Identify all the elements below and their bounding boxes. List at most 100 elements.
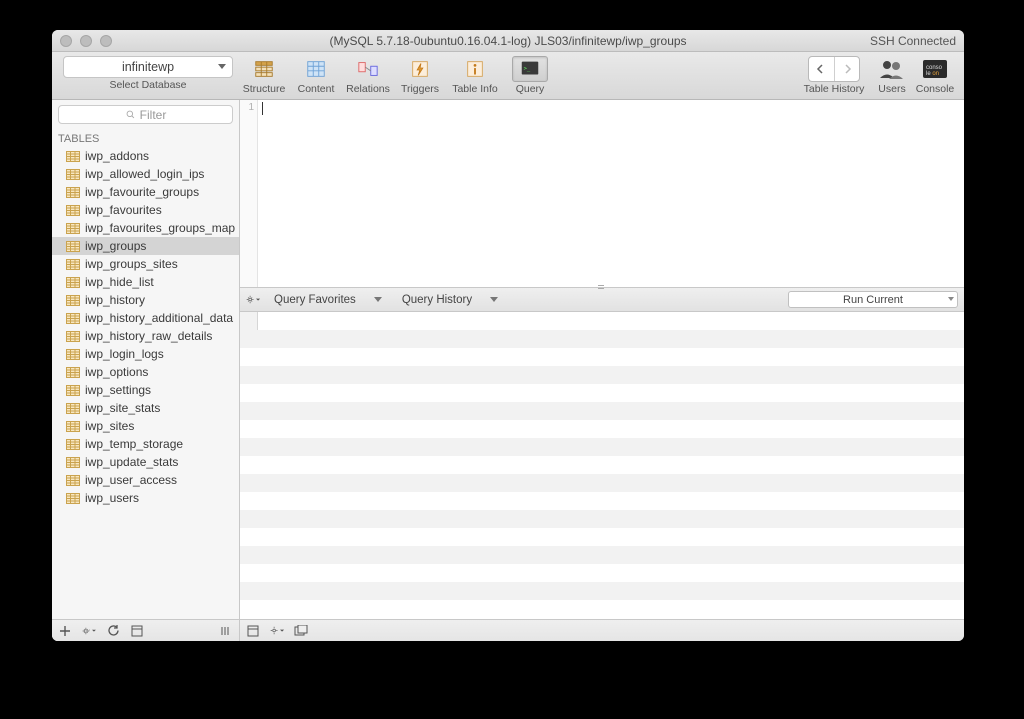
query-favorites-label: Query Favorites (274, 294, 356, 306)
triggers-button[interactable] (402, 56, 438, 82)
result-row (240, 330, 964, 348)
result-row (240, 528, 964, 546)
table-row[interactable]: iwp_user_access (52, 471, 239, 489)
table-row[interactable]: iwp_temp_storage (52, 435, 239, 453)
table-name: iwp_login_logs (85, 347, 164, 361)
structure-label: Structure (243, 83, 286, 95)
result-row (240, 510, 964, 528)
table-icon (66, 277, 80, 288)
table-icon (66, 169, 80, 180)
table-name: iwp_addons (85, 149, 149, 163)
history-back-button[interactable] (809, 57, 835, 81)
table-row[interactable]: iwp_options (52, 363, 239, 381)
relations-button[interactable] (350, 56, 386, 82)
chevron-down-icon (92, 628, 96, 634)
filter-input[interactable]: Filter (58, 105, 233, 124)
console-button[interactable]: console on (919, 56, 951, 82)
table-row[interactable]: iwp_users (52, 489, 239, 507)
info-button[interactable] (130, 624, 144, 638)
relations-label: Relations (346, 83, 390, 95)
table-row[interactable]: iwp_favourites (52, 201, 239, 219)
footer-gear-button[interactable] (270, 624, 284, 638)
editor-gutter: 1 (240, 100, 258, 287)
tableinfo-button[interactable] (457, 56, 493, 82)
refresh-button[interactable] (106, 624, 120, 638)
table-row[interactable]: iwp_settings (52, 381, 239, 399)
table-icon (66, 475, 80, 486)
history-nav (808, 56, 860, 82)
table-icon (247, 625, 259, 637)
table-row[interactable]: iwp_groups (52, 237, 239, 255)
query-favorites-dropdown[interactable]: Query Favorites (268, 294, 388, 306)
content-label: Content (298, 83, 335, 95)
editor-text-area[interactable] (258, 100, 964, 287)
table-icon (66, 313, 80, 324)
table-row[interactable]: iwp_sites (52, 417, 239, 435)
table-icon (66, 457, 80, 468)
split-handle-icon[interactable] (598, 283, 606, 291)
footer-panel-button[interactable] (294, 624, 308, 638)
collapse-button[interactable] (219, 624, 233, 638)
database-select[interactable]: infinitewp (63, 56, 233, 78)
table-name: iwp_temp_storage (85, 437, 183, 451)
table-row[interactable]: iwp_addons (52, 147, 239, 165)
table-icon (131, 625, 143, 637)
panel-icon (294, 625, 308, 637)
table-icon (66, 241, 80, 252)
chevron-down-icon (374, 297, 382, 302)
minimize-window-icon[interactable] (80, 35, 92, 47)
gear-button[interactable] (82, 624, 96, 638)
structure-button[interactable] (246, 56, 282, 82)
content-icon (305, 58, 327, 80)
query-settings-button[interactable] (246, 293, 260, 307)
users-button[interactable] (876, 56, 908, 82)
add-button[interactable] (58, 624, 72, 638)
run-query-label: Run Current (843, 294, 903, 306)
table-row[interactable]: iwp_allowed_login_ips (52, 165, 239, 183)
content-button[interactable] (298, 56, 334, 82)
table-name: iwp_history_additional_data (85, 311, 233, 325)
history-forward-button[interactable] (835, 57, 860, 81)
gear-icon (82, 624, 91, 638)
tables-list: iwp_addons iwp_allowed_login_ips iwp_favou… (52, 147, 239, 619)
footer-table-button[interactable] (246, 624, 260, 638)
table-icon (66, 331, 80, 342)
table-icon (66, 151, 80, 162)
table-icon (66, 223, 80, 234)
chevron-left-icon (816, 64, 826, 74)
triggers-label: Triggers (401, 83, 439, 95)
table-name: iwp_user_access (85, 473, 177, 487)
table-row[interactable]: iwp_favourites_groups_map (52, 219, 239, 237)
table-row[interactable]: iwp_favourite_groups (52, 183, 239, 201)
tablehistory-label: Table History (804, 83, 865, 95)
result-row (240, 402, 964, 420)
table-row[interactable]: iwp_login_logs (52, 345, 239, 363)
sidebar: Filter TABLES iwp_addons iwp_allowed_logi… (52, 100, 240, 641)
maximize-window-icon[interactable] (100, 35, 112, 47)
table-row[interactable]: iwp_update_stats (52, 453, 239, 471)
table-row[interactable]: iwp_history_raw_details (52, 327, 239, 345)
table-name: iwp_favourite_groups (85, 185, 199, 199)
table-row[interactable]: iwp_history_additional_data (52, 309, 239, 327)
table-row[interactable]: iwp_hide_list (52, 273, 239, 291)
query-editor[interactable]: 1 (240, 100, 964, 288)
run-query-button[interactable]: Run Current (788, 291, 958, 308)
table-row[interactable]: iwp_groups_sites (52, 255, 239, 273)
svg-text:le on: le on (926, 71, 939, 77)
database-select-value: infinitewp (122, 60, 174, 74)
table-name: iwp_settings (85, 383, 151, 397)
query-history-dropdown[interactable]: Query History (396, 294, 504, 306)
query-button[interactable]: >_ (512, 56, 548, 82)
tableinfo-label: Table Info (452, 83, 498, 95)
tables-section-label: TABLES (52, 129, 239, 147)
table-name: iwp_favourites (85, 203, 162, 217)
table-name: iwp_options (85, 365, 148, 379)
close-window-icon[interactable] (60, 35, 72, 47)
table-name: iwp_sites (85, 419, 134, 433)
chevron-down-icon (256, 297, 260, 303)
results-panel (240, 312, 964, 619)
table-row[interactable]: iwp_history (52, 291, 239, 309)
ssh-status: SSH Connected (870, 34, 956, 48)
table-row[interactable]: iwp_site_stats (52, 399, 239, 417)
result-row (240, 600, 964, 618)
